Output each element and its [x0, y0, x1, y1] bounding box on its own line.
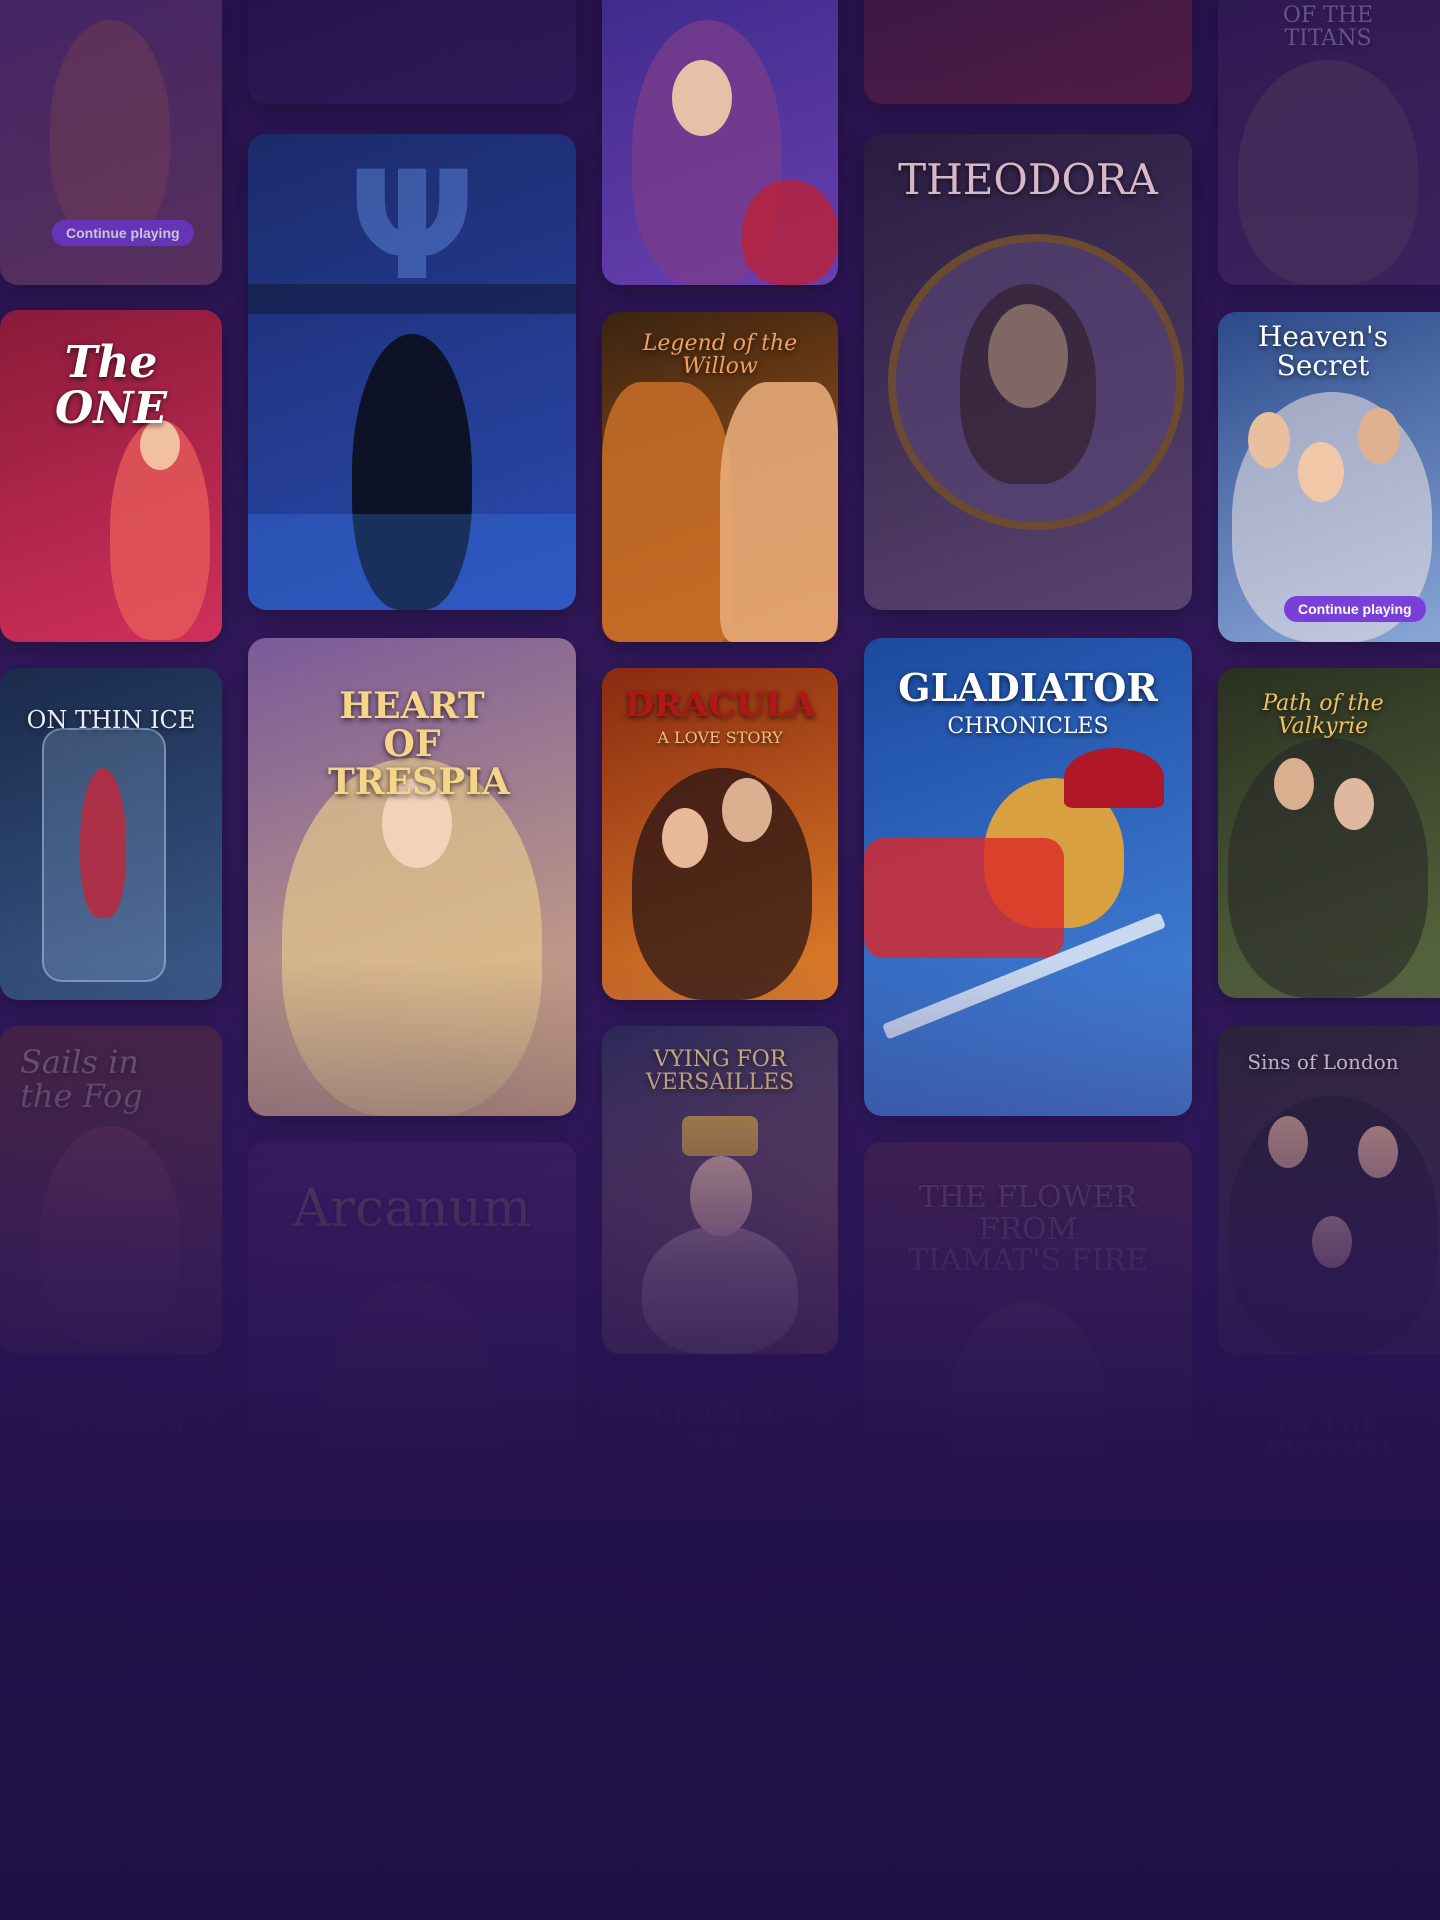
cover-subtitle: CHRONICLES: [947, 714, 1109, 739]
cover-title: Legend of the Willow: [642, 331, 798, 380]
story-card[interactable]: Sins of London: [1218, 1026, 1440, 1354]
story-card[interactable]: Continue playing: [0, 0, 222, 285]
cover-dim: [0, 1382, 222, 1592]
cover-dim: [248, 1142, 576, 1592]
story-card[interactable]: DRACULA A LOVE STORY: [602, 668, 838, 1000]
cover-title: DRACULA: [624, 685, 816, 725]
cover-face: [722, 778, 772, 842]
continue-playing-badge[interactable]: Continue playing: [52, 220, 194, 246]
story-card[interactable]: [602, 0, 838, 285]
cover-face: [1312, 1216, 1352, 1268]
story-card[interactable]: BY THE RHYTHM: [1218, 1382, 1440, 1592]
story-card[interactable]: [864, 0, 1192, 104]
story-card[interactable]: Path of the Valkyrie: [1218, 668, 1440, 998]
cover-face: [662, 808, 708, 868]
cover-hair: [960, 284, 1096, 484]
cover-title: THEODORA: [898, 155, 1158, 204]
cover-title: HEART OF TRESPIA: [328, 685, 510, 803]
cover-figure: [642, 1226, 798, 1354]
story-card[interactable]: GLADIATOR CHRONICLES: [864, 638, 1192, 1116]
cover-art: [602, 1620, 838, 1850]
crest: [1064, 748, 1164, 808]
story-card[interactable]: Sails in the Fog: [0, 1026, 222, 1354]
cover-dim: [602, 1382, 838, 1592]
cover-dim: [248, 0, 576, 104]
cover-face: [1358, 408, 1400, 464]
cover-title: ON THIN ICE: [26, 706, 196, 734]
story-card[interactable]: The ONE: [0, 310, 222, 642]
story-card[interactable]: Ψ: [248, 134, 576, 610]
bridge: [248, 284, 576, 314]
cover-title: Sins of London: [1247, 1050, 1399, 1074]
cover-title: VYING FOR VERSAILLES: [645, 1047, 795, 1096]
story-card[interactable]: OF THE TITANS: [1218, 0, 1440, 285]
cover-face: [672, 60, 732, 136]
cover-dim: [1218, 1382, 1440, 1592]
cover-title: GLADIATOR: [898, 665, 1158, 710]
story-card[interactable]: HEART OF TRESPIA: [248, 638, 576, 1116]
cover-title: Path of the Valkyrie: [1262, 691, 1384, 740]
cover-face: [1274, 758, 1314, 810]
story-card[interactable]: CHASING YOU: [602, 1382, 838, 1592]
cover-dim: [0, 1026, 222, 1354]
story-card[interactable]: [602, 1620, 838, 1850]
cover-face: [690, 1156, 752, 1236]
cover-couple: [1228, 738, 1428, 998]
cover-face: [1298, 442, 1344, 502]
story-card[interactable]: Heaven's Secret Continue playing: [1218, 312, 1440, 642]
story-card[interactable]: VYING FOR VERSAILLES: [602, 1026, 838, 1354]
cover-dim: [1218, 0, 1440, 285]
cloak: [742, 180, 838, 285]
story-cover-grid: Continue playing The ONE ON THIN ICE Sai…: [0, 0, 1440, 1920]
story-card[interactable]: [248, 0, 576, 104]
continue-playing-badge[interactable]: Continue playing: [1284, 596, 1426, 622]
story-card[interactable]: ON THIN ICE: [0, 668, 222, 1000]
cover-art: [864, 1620, 1192, 1850]
story-card[interactable]: Arcanum: [248, 1142, 576, 1592]
cover-art: [0, 1620, 222, 1850]
story-card[interactable]: Moonborn: [0, 1382, 222, 1592]
cover-title: Heaven's Secret: [1257, 320, 1389, 383]
cover-face: [1334, 778, 1374, 830]
story-card[interactable]: [0, 1620, 222, 1850]
cover-figure: [80, 768, 126, 918]
crown: [682, 1116, 758, 1156]
fox-face: [602, 382, 732, 642]
story-card[interactable]: THEODORA: [864, 134, 1192, 610]
cover-title: The ONE: [54, 337, 168, 435]
cover-face: [1268, 1116, 1308, 1168]
cover-dim: [864, 0, 1192, 104]
cover-dim: [864, 1142, 1192, 1592]
story-card[interactable]: THE FLOWER FROM TIAMAT'S FIRE: [864, 1142, 1192, 1592]
story-card[interactable]: [864, 1620, 1192, 1850]
cover-face: [1358, 1126, 1398, 1178]
water-glow: [248, 514, 576, 610]
story-card[interactable]: Legend of the Willow: [602, 312, 838, 642]
woman-face: [720, 382, 838, 642]
cover-subtitle: A LOVE STORY: [657, 728, 783, 747]
cover-face: [1248, 412, 1290, 468]
cape: [864, 838, 1064, 958]
